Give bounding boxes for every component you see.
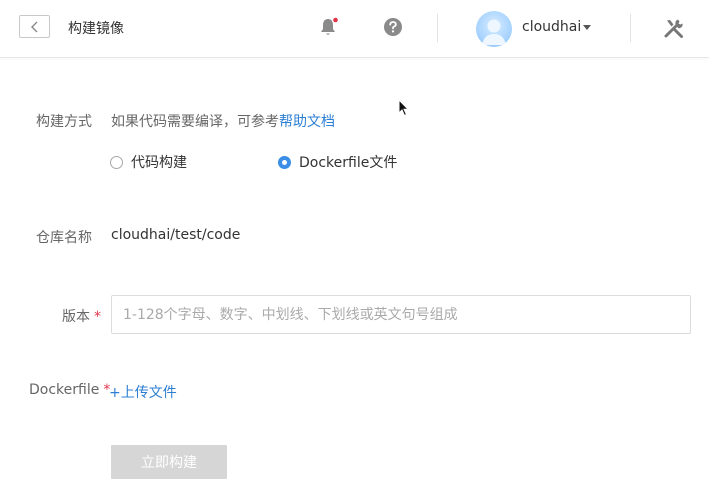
- radio-dockerfile[interactable]: Dockerfile文件: [278, 152, 397, 172]
- dockerfile-label: Dockerfile *: [29, 382, 110, 398]
- avatar-silhouette-icon: [482, 19, 506, 45]
- version-label-text: 版本: [62, 309, 90, 325]
- build-method-label: 构建方式: [36, 114, 92, 130]
- top-header: 构建镜像 cloudhai: [0, 0, 709, 58]
- version-label: 版本 *: [62, 306, 101, 326]
- required-mark: *: [94, 309, 101, 325]
- repo-name-value: cloudhai/test/code: [111, 227, 241, 243]
- notification-button[interactable]: [317, 16, 339, 38]
- hint-text: 如果代码需要编译，可参考: [111, 114, 279, 130]
- caret-down-icon[interactable]: [583, 25, 591, 30]
- header-divider: [630, 14, 631, 42]
- user-avatar[interactable]: [476, 11, 512, 47]
- repo-name-label: 仓库名称: [36, 230, 92, 246]
- radio-label: 代码构建: [131, 155, 187, 171]
- radio-code-build[interactable]: 代码构建: [110, 152, 187, 172]
- tools-icon: [664, 19, 683, 38]
- radio-circle-checked[interactable]: [278, 155, 291, 169]
- help-button[interactable]: [382, 16, 404, 38]
- bell-icon: [321, 17, 338, 35]
- build-now-button[interactable]: 立即构建: [111, 445, 227, 479]
- back-arrow-icon: [30, 21, 37, 32]
- upload-file-link[interactable]: +上传文件: [109, 382, 177, 402]
- username[interactable]: cloudhai: [522, 19, 581, 35]
- radio-label: Dockerfile文件: [299, 155, 398, 171]
- page-title: 构建镜像: [68, 21, 124, 37]
- notification-dot: [333, 17, 338, 23]
- help-doc-link[interactable]: 帮助文档: [279, 114, 335, 130]
- dockerfile-label-text: Dockerfile: [29, 382, 100, 398]
- build-method-hint: 如果代码需要编译，可参考帮助文档: [111, 111, 335, 131]
- radio-circle[interactable]: [110, 155, 123, 169]
- back-button[interactable]: [19, 15, 50, 38]
- question-icon: [384, 18, 402, 36]
- settings-tools-button[interactable]: [663, 17, 685, 39]
- mouse-cursor-icon: [398, 99, 410, 117]
- header-divider: [437, 14, 438, 42]
- version-input[interactable]: [111, 295, 691, 334]
